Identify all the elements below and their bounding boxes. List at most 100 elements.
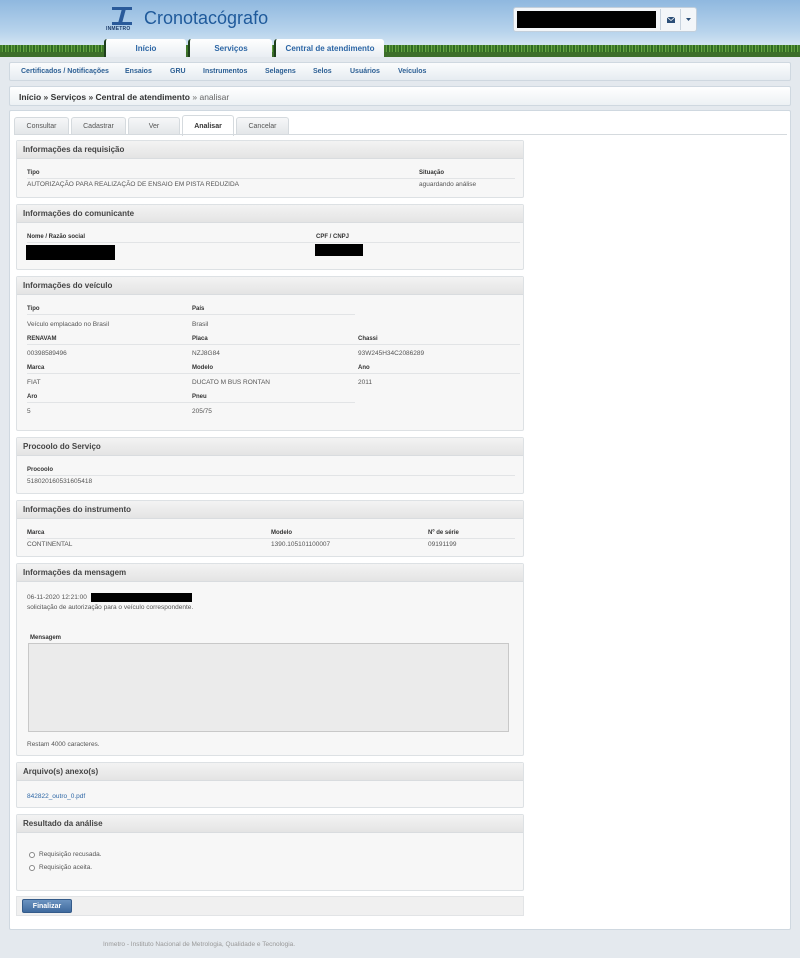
finalizar-button[interactable]: Finalizar: [22, 899, 72, 913]
label-protocolo: Procoolo: [27, 467, 54, 473]
panel-title: Informações do veículo: [17, 277, 523, 295]
panel-veiculo: Informações do veículo Tipo País Veículo…: [16, 276, 524, 431]
panel-title: Resultado da análise: [17, 815, 523, 833]
value-protocolo: 518020160531605418: [27, 478, 93, 485]
value-pais: Brasil: [192, 321, 209, 328]
value-serie: 09191199: [428, 541, 457, 548]
panel-title: Informações da requisição: [17, 141, 523, 159]
sub-nav-selagens[interactable]: Selagens: [265, 68, 296, 75]
value-situacao: aguardando análise: [419, 181, 477, 188]
panel-title: Informações do instrumento: [17, 501, 523, 519]
logo-subtitle: INMETRO: [106, 26, 131, 32]
sub-nav-gru[interactable]: GRU: [170, 68, 186, 75]
message-textarea[interactable]: [28, 643, 509, 732]
panel-title: Informações do comunicante: [17, 205, 523, 223]
panel-mensagem: Informações da mensagem 06-11-2020 12:21…: [16, 563, 524, 756]
label-serie: Nº de série: [428, 530, 459, 536]
site-header: INMETRO Cronotacógrafo Início Serviços C…: [0, 0, 800, 57]
main-tab-inicio[interactable]: Início: [104, 39, 186, 57]
envelope-icon: [666, 16, 675, 23]
remaining-characters: Restam 4000 caracteres.: [27, 741, 100, 748]
main-content: Consultar Cadastrar Ver Analisar Cancela…: [9, 110, 791, 930]
tab-analisar[interactable]: Analisar: [182, 115, 234, 136]
value-tipo: Veículo emplacado no Brasil: [27, 321, 110, 328]
app-title[interactable]: Cronotacógrafo: [144, 8, 268, 29]
caret-down-icon: [686, 18, 691, 21]
label-ano: Ano: [358, 365, 370, 371]
divider: [27, 475, 515, 476]
label-tipo: Tipo: [27, 170, 40, 176]
actions-bar: [16, 896, 524, 916]
sub-nav: Certificados / Notificações Ensaios GRU …: [9, 62, 791, 81]
panel-title: Informações da mensagem: [17, 564, 523, 582]
panel-resultado: Resultado da análise Requisição recusada…: [16, 814, 524, 891]
panel-comunicante: Informações do comunicante Nome / Razão …: [16, 204, 524, 270]
tab-cadastrar[interactable]: Cadastrar: [71, 117, 126, 135]
tab-consultar[interactable]: Consultar: [14, 117, 69, 135]
sub-nav-instrumentos[interactable]: Instrumentos: [203, 68, 247, 75]
message-timestamp: 06-11-2020 12:21:00: [27, 594, 87, 601]
divider: [27, 178, 515, 179]
user-menu: [513, 7, 697, 32]
value-aro: 5: [27, 408, 31, 415]
sub-nav-ensaios[interactable]: Ensaios: [125, 68, 152, 75]
tab-divider: [14, 134, 787, 135]
message-text: solicitação de autorização para o veícul…: [27, 604, 194, 611]
main-tab-servicos[interactable]: Serviços: [188, 39, 272, 57]
panel-title: Procoolo do Serviço: [17, 438, 523, 456]
divider: [27, 344, 520, 345]
divider: [27, 314, 355, 315]
value-modelo: DUCATO M BUS RONTAN: [192, 379, 271, 386]
label-chassi: Chassi: [358, 336, 378, 342]
value-placa: NZJ8G84: [192, 350, 220, 357]
breadcrumb-path[interactable]: Início » Serviços » Central de atendimen…: [19, 92, 190, 102]
sub-nav-certificados[interactable]: Certificados / Notificações: [21, 68, 109, 75]
sub-nav-veiculos[interactable]: Veículos: [398, 68, 426, 75]
label-marca: Marca: [27, 365, 45, 371]
value-ano: 2011: [358, 379, 372, 386]
panel-title: Arquivo(s) anexo(s): [17, 763, 523, 781]
user-name-redacted[interactable]: [517, 11, 656, 28]
value-renavam: 00398589496: [27, 350, 67, 357]
radio-requisicao-aceita[interactable]: [29, 865, 35, 871]
breadcrumb-current: » analisar: [192, 92, 230, 102]
value-modelo: 1390.105101100007: [271, 541, 331, 548]
divider: [27, 373, 520, 374]
tab-ver[interactable]: Ver: [128, 117, 180, 135]
messages-button[interactable]: [660, 9, 680, 30]
value-pneu: 205/75: [192, 408, 212, 415]
panel-requisicao: Informações da requisição Tipo Situação …: [16, 140, 524, 198]
label-aro: Aro: [27, 394, 38, 400]
value-marca: FIAT: [27, 379, 41, 386]
sub-nav-selos[interactable]: Selos: [313, 68, 332, 75]
main-tab-central-atendimento[interactable]: Central de atendimento: [274, 39, 384, 57]
radio-requisicao-recusada[interactable]: [29, 852, 35, 858]
tab-cancelar[interactable]: Cancelar: [236, 117, 289, 135]
label-pneu: Pneu: [192, 394, 207, 400]
label-modelo: Modelo: [271, 530, 292, 536]
divider: [27, 538, 515, 539]
sub-nav-usuarios[interactable]: Usuários: [350, 68, 380, 75]
label-pais: País: [192, 306, 205, 312]
panel-anexos: Arquivo(s) anexo(s) 842822_outro_0.pdf: [16, 762, 524, 808]
footer-text: Inmetro - Instituto Nacional de Metrolog…: [103, 941, 296, 948]
breadcrumb: Início » Serviços » Central de atendimen…: [9, 86, 791, 106]
label-modelo: Modelo: [192, 365, 213, 371]
message-author-redacted: [91, 593, 192, 602]
value-tipo: AUTORIZAÇÃO PARA REALIZAÇÃO DE ENSAIO EM…: [27, 181, 240, 188]
label-requisicao-aceita[interactable]: Requisição aceita.: [39, 864, 92, 871]
label-situacao: Situação: [419, 170, 445, 176]
panel-instrumento: Informações do instrumento Marca Modelo …: [16, 500, 524, 557]
label-renavam: RENAVAM: [27, 336, 57, 342]
label-requisicao-recusada[interactable]: Requisição recusada.: [39, 851, 102, 858]
user-dropdown-button[interactable]: [680, 9, 696, 30]
value-chassi: 93W245H34C2086289: [358, 350, 425, 357]
label-placa: Placa: [192, 336, 208, 342]
label-tipo: Tipo: [27, 306, 40, 312]
value-marca: CONTINENTAL: [27, 541, 73, 548]
label-marca: Marca: [27, 530, 45, 536]
attachment-link[interactable]: 842822_outro_0.pdf: [27, 793, 85, 800]
divider: [27, 402, 355, 403]
divider: [27, 242, 520, 243]
panel-protocolo: Procoolo do Serviço Procoolo 51802016053…: [16, 437, 524, 494]
